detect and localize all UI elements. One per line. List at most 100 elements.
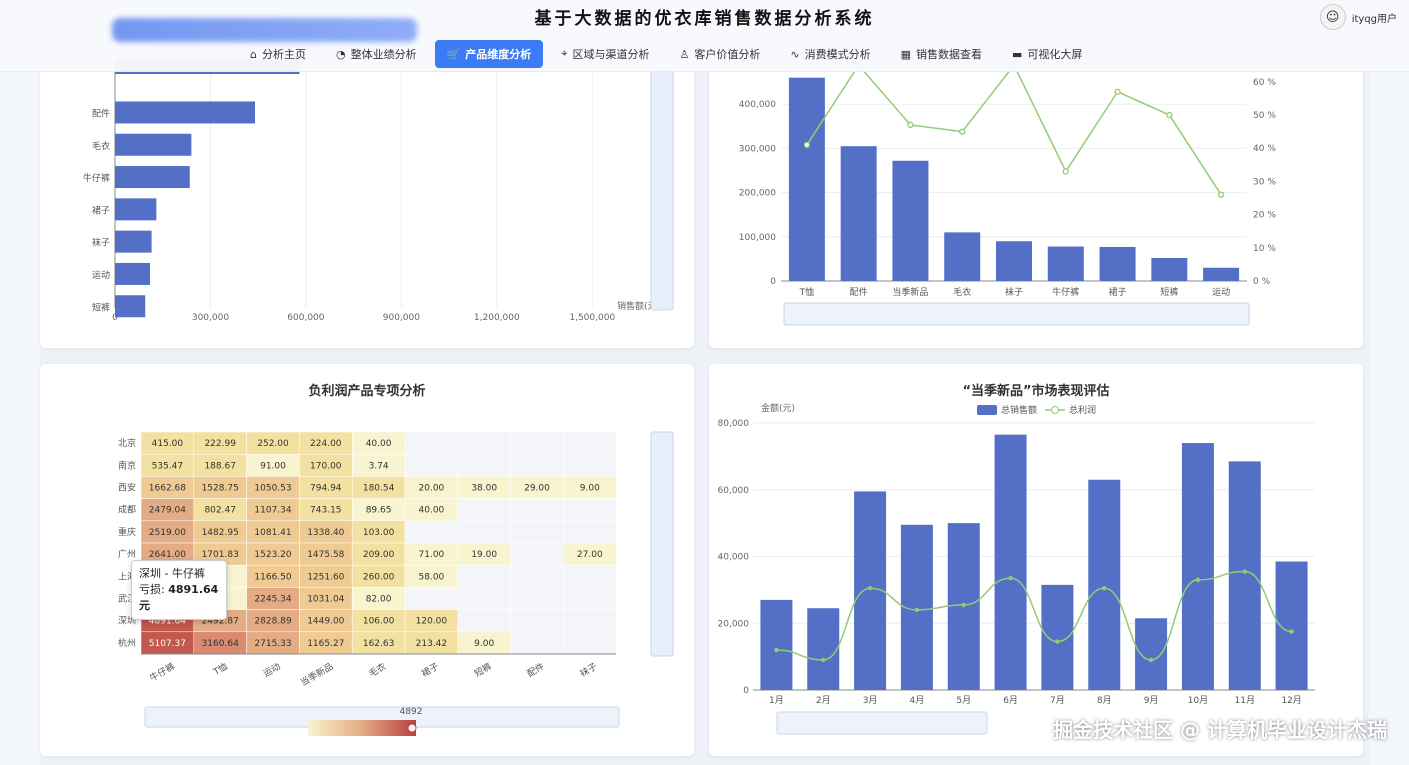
cell-label: 1251.60 xyxy=(307,572,344,582)
nav-label: 区域与渠道分析 xyxy=(572,48,650,61)
rate-point xyxy=(1217,191,1225,198)
heat-cell xyxy=(563,631,617,655)
bar xyxy=(996,241,1032,281)
cell-label: 19.00 xyxy=(471,550,497,560)
nav-item-6[interactable]: ▦ 销售数据查看 xyxy=(889,40,994,68)
product-sales-chart: 0 300,000 600,000 900,000 1,200,000 1,500,000… xyxy=(83,60,674,323)
bar xyxy=(115,101,255,124)
x-tick-label: 2月 xyxy=(816,695,831,706)
cell-label: 1449.00 xyxy=(307,617,344,627)
heat-cell xyxy=(404,431,459,455)
col-label: 运动 xyxy=(261,661,282,680)
x-tick-label: 600,000 xyxy=(287,313,324,323)
heat-cell xyxy=(510,498,564,522)
nav-item-5[interactable]: ∿ 消费模式分析 xyxy=(778,40,882,68)
y-tick-label: 200,000 xyxy=(739,189,776,199)
y-tick-label: 300,000 xyxy=(739,144,776,154)
col-label: 牛仔裤 xyxy=(148,660,177,684)
cell-label: 58.00 xyxy=(419,572,445,582)
x-tick-label: 1,200,000 xyxy=(474,313,520,323)
x-tick-label: 12月 xyxy=(1281,695,1301,706)
nav-item-4[interactable]: ♙ 客户价值分析 xyxy=(668,40,773,68)
x-tick-label: 6月 xyxy=(1003,695,1018,706)
bar xyxy=(115,230,152,253)
heat-cell xyxy=(457,587,511,610)
vertical-zoom-slider xyxy=(650,431,674,657)
heat-cell xyxy=(510,631,564,655)
left-strip xyxy=(0,0,40,765)
bar xyxy=(115,262,150,285)
nav-item-2[interactable]: 🛒 产品维度分析 xyxy=(434,40,544,68)
col-label: 配件 xyxy=(525,660,547,679)
cell-label: 3.74 xyxy=(369,461,389,471)
nav-label: 客户价值分析 xyxy=(694,48,761,61)
avatar[interactable]: ☺ xyxy=(1319,4,1346,30)
visual-map-value: 4892 xyxy=(400,707,423,717)
cell-label: 9.00 xyxy=(580,484,600,494)
cell-label: 1475.58 xyxy=(307,550,344,560)
nav-label: 可视化大屏 xyxy=(1027,48,1083,61)
profit-point xyxy=(774,647,779,653)
bar xyxy=(944,232,981,281)
x-tick-label: 袜子 xyxy=(1005,286,1023,298)
nav-item-3[interactable]: ⌖ 区域与渠道分析 xyxy=(549,40,661,68)
bar xyxy=(1228,461,1261,690)
top-header: 基于大数据的优衣库销售数据分析系统 ⌂ 分析主页 ◔ 整体业绩分析 🛒 产品维度分析 ⌖ 区域… xyxy=(0,0,1409,72)
tooltip-title: 深圳 - 牛仔裤 xyxy=(139,567,205,580)
profit-point xyxy=(1195,577,1201,583)
cell-label: 260.00 xyxy=(363,572,395,582)
nav-icon: ▦ xyxy=(900,47,911,61)
cell-label: 106.00 xyxy=(363,617,395,627)
x-tick-label: 3月 xyxy=(863,695,878,706)
x-tick-label: 9月 xyxy=(1144,695,1159,706)
y2-tick-label: 30 % xyxy=(1253,177,1276,187)
rate-point xyxy=(1114,88,1121,95)
cell-label: 170.00 xyxy=(310,461,342,471)
x-tick-label: 11月 xyxy=(1235,695,1255,706)
cell-label: 213.42 xyxy=(416,639,448,649)
bar xyxy=(115,166,190,189)
cell-label: 1031.04 xyxy=(307,595,344,605)
nav-item-7[interactable]: ▬ 可视化大屏 xyxy=(1000,40,1094,68)
nav-icon: ∿ xyxy=(790,47,800,61)
rate-point xyxy=(907,121,914,129)
x-tick-label: 5月 xyxy=(956,695,971,706)
cell-label: 162.63 xyxy=(363,639,395,649)
nav-item-0[interactable]: ⌂ 分析主页 xyxy=(238,40,318,68)
x-tick-label: 裙子 xyxy=(1109,286,1127,298)
nav-label: 整体业绩分析 xyxy=(350,48,417,61)
cell-label: 120.00 xyxy=(416,617,448,627)
nav-item-1[interactable]: ◔ 整体业绩分析 xyxy=(324,40,429,68)
heat-cell xyxy=(510,520,564,544)
product-profit-card: 0 100,000 200,000 300,000 400,000 0 % 10 % 20 %… xyxy=(709,60,1363,348)
bar xyxy=(1203,267,1240,281)
col-label: 毛衣 xyxy=(366,660,388,679)
cell-label: 1701.83 xyxy=(202,550,239,560)
nav-icon: ◔ xyxy=(335,47,346,61)
vertical-zoom-slider xyxy=(650,69,674,311)
bar xyxy=(1181,443,1214,690)
y-tick-label: 短裤 xyxy=(92,301,110,313)
row-label: 北京 xyxy=(118,437,136,449)
heatmap-title: 负利润产品专项分析 xyxy=(308,384,426,399)
legend-swatch-bar xyxy=(977,405,997,415)
cell-label: 252.00 xyxy=(257,439,289,449)
bar xyxy=(840,146,877,281)
bar xyxy=(1088,479,1121,690)
watermark: 掘金技术社区 @ 计算机毕业设计杰瑞 xyxy=(1053,718,1387,742)
y2-tick-label: 10 % xyxy=(1253,244,1276,254)
user-menu[interactable]: ☺ ityqg用户 xyxy=(1319,4,1397,30)
cell-label: 1482.95 xyxy=(202,528,239,538)
bar xyxy=(115,198,157,221)
y-tick-label: 袜子 xyxy=(92,237,110,249)
main-nav: ⌂ 分析主页 ◔ 整体业绩分析 🛒 产品维度分析 ⌖ 区域与渠道分析 ♙ 客户价值分析 ∿ 消费模式分… xyxy=(238,40,1094,68)
x-tick-label: 900,000 xyxy=(383,313,420,323)
tooltip-value-row: 亏损: 4891.64 元 xyxy=(139,582,219,614)
x-tick-label: 短裤 xyxy=(1160,286,1178,298)
legend-swatch-dot xyxy=(1051,406,1059,414)
cell-label: 802.47 xyxy=(204,506,236,516)
heat-cell xyxy=(404,587,459,610)
cell-label: 103.00 xyxy=(363,528,395,538)
bar xyxy=(760,599,793,690)
bar xyxy=(1047,246,1084,281)
